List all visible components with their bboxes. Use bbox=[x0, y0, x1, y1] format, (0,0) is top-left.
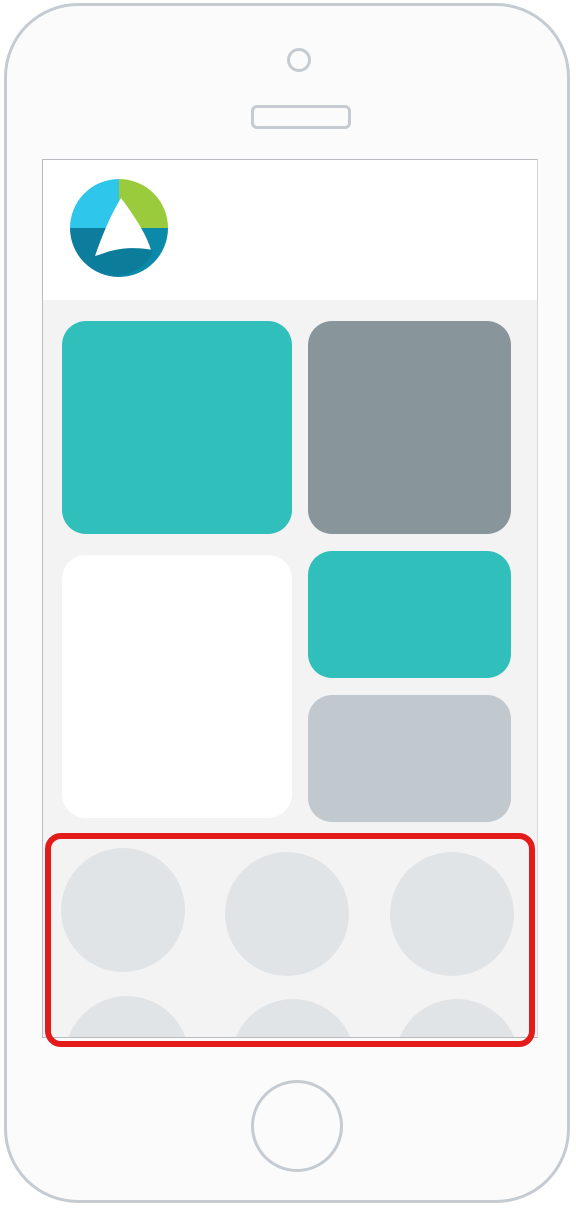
earpiece-speaker bbox=[251, 105, 351, 129]
tile-bottom-right[interactable] bbox=[308, 695, 511, 822]
home-button[interactable] bbox=[251, 1080, 343, 1172]
shortcut-circle-3[interactable] bbox=[390, 852, 514, 976]
tile-middle-left[interactable] bbox=[62, 555, 292, 818]
shortcut-circle-2[interactable] bbox=[225, 852, 349, 976]
shortcut-circle-1[interactable] bbox=[61, 848, 185, 972]
mockup-canvas bbox=[0, 0, 576, 1208]
shortcut-circle-5[interactable] bbox=[231, 999, 355, 1037]
front-camera bbox=[287, 48, 311, 72]
tile-top-right[interactable] bbox=[308, 321, 511, 534]
shortcut-circle-4[interactable] bbox=[65, 996, 189, 1037]
app-header bbox=[43, 160, 537, 300]
phone-screen bbox=[42, 159, 538, 1038]
shortcut-circle-6[interactable] bbox=[395, 999, 519, 1037]
tile-middle-right[interactable] bbox=[308, 551, 511, 678]
app-logo-icon[interactable] bbox=[69, 178, 169, 278]
tile-top-left[interactable] bbox=[62, 321, 292, 534]
